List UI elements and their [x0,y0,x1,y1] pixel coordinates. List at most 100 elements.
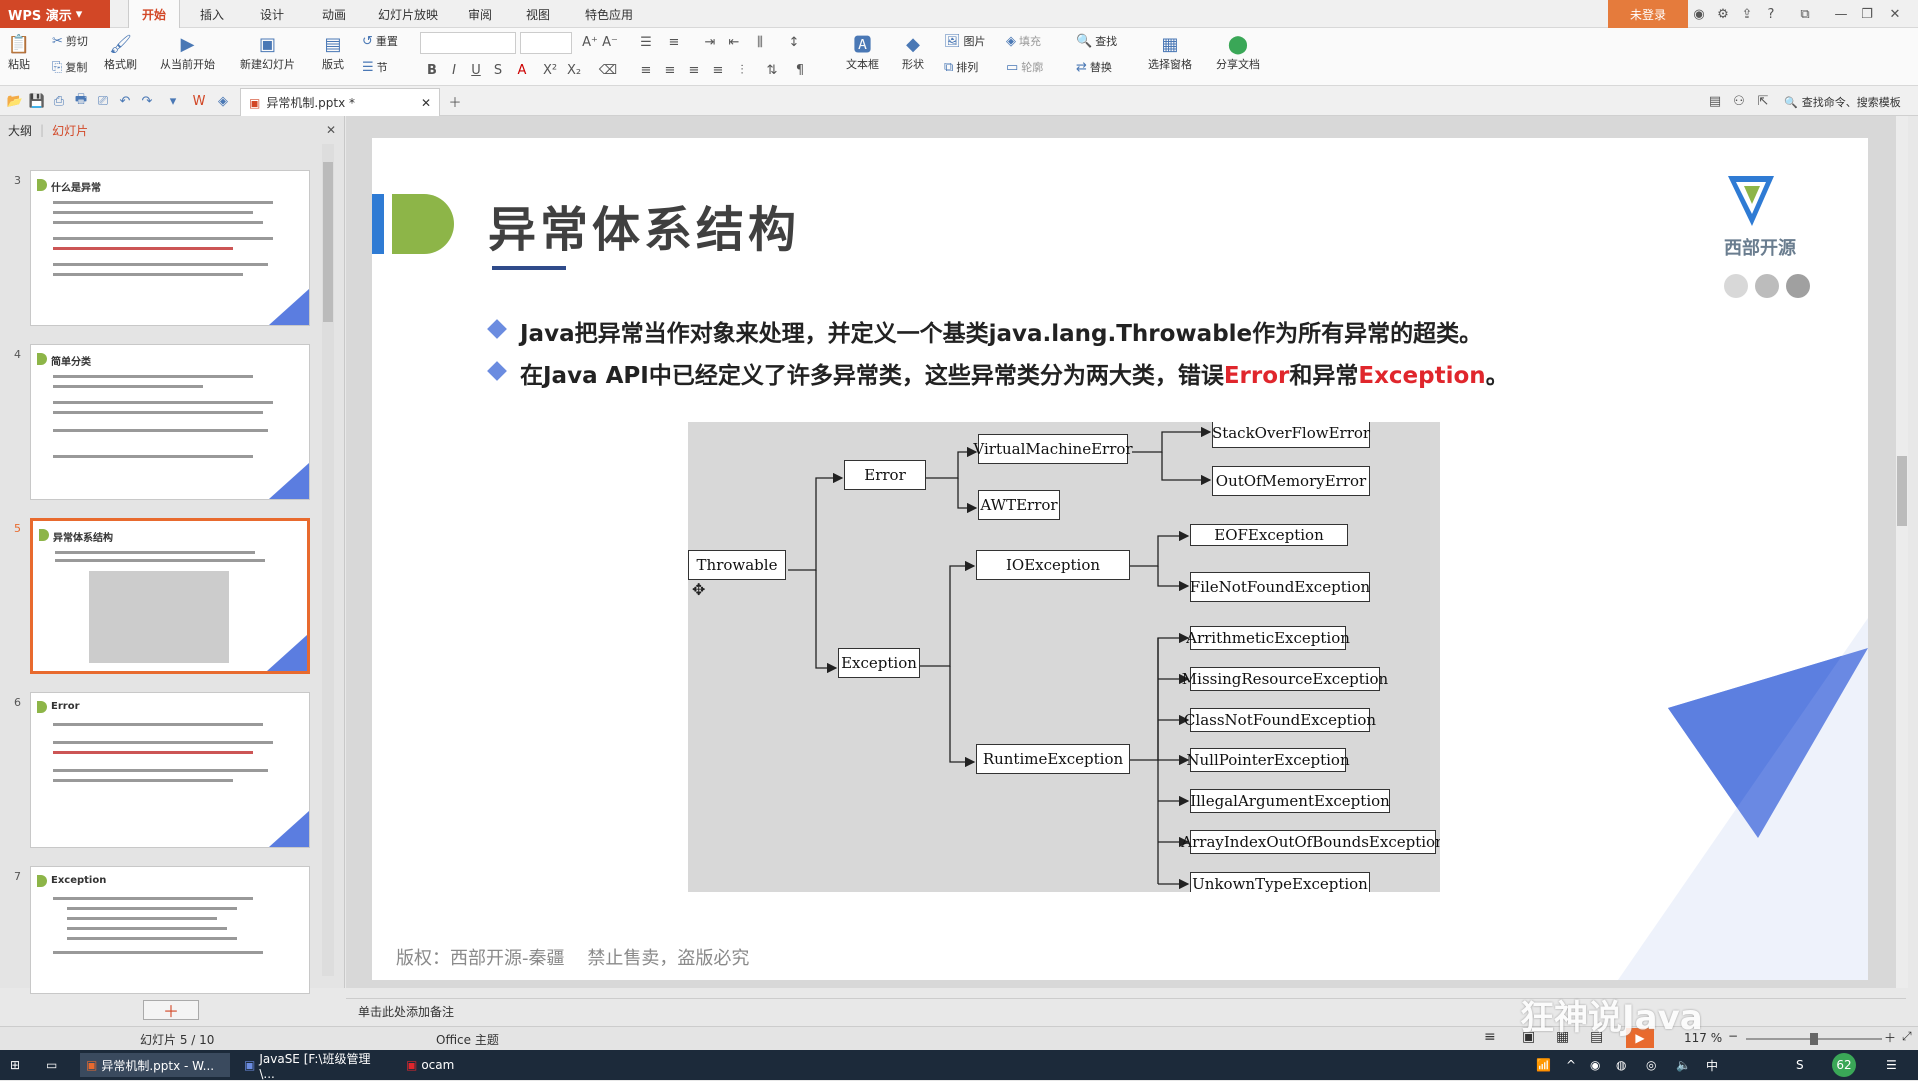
notification-icon[interactable]: ☰ [1880,1053,1903,1077]
section-button[interactable]: ☰ 节 [362,56,388,78]
preview-icon[interactable]: ⎚ [94,92,112,110]
tray-app-icon[interactable]: ◎ [1640,1053,1662,1077]
text-box-button[interactable]: 🅰 文本框 [846,32,879,72]
search-command[interactable]: 🔍 查找命令、搜索模板 [1784,94,1901,110]
skin-icon[interactable]: ◉ [1688,4,1710,24]
start-button[interactable]: ⊞ [4,1053,26,1077]
settings-icon[interactable]: ⚙ [1712,4,1734,24]
bullets-icon[interactable]: ☰ [636,32,656,52]
wechat-icon[interactable]: ◍ [1610,1053,1632,1077]
close-icon[interactable]: ✕ [1884,4,1906,24]
ime-icon[interactable]: 中 [1700,1053,1724,1077]
tray-app-icon[interactable]: ◉ [1584,1053,1606,1077]
picture-button[interactable]: 🖼 图片 [944,30,986,52]
cube-icon[interactable]: ◈ [214,92,232,110]
zoom-slider-handle[interactable] [1810,1033,1818,1045]
input-method-icon[interactable]: S [1790,1053,1810,1077]
italic-icon[interactable]: I [444,60,464,80]
format-painter-button[interactable]: 🖌 格式刷 [104,32,137,72]
slide-thumbnail[interactable]: 简单分类 [30,344,310,500]
copy-button[interactable]: ⎘ 复制 [52,56,87,78]
align-left-icon[interactable]: ≡ [636,60,656,80]
panel-scrollbar[interactable] [322,144,334,976]
line-spacing-icon[interactable]: ↕ [784,32,804,52]
close-panel-icon[interactable]: ✕ [326,123,336,137]
slide[interactable]: 异常体系结构 西部开源 Java把异常当作对象来处理，并定义一个基类java.l… [372,138,1868,980]
share-icon[interactable]: ⇪ [1736,4,1758,24]
export-icon[interactable]: ⎙ [50,92,68,110]
tray-badge[interactable]: 62 [1832,1053,1856,1077]
slide-thumbnail[interactable]: Exception [30,866,310,994]
tab-home[interactable]: 开始 [128,0,180,28]
from-current-button[interactable]: ▶ 从当前开始 [160,32,215,72]
user-icon[interactable]: ⚇ [1730,92,1748,110]
font-family-select[interactable] [420,32,516,54]
layout-button[interactable]: ▤ 版式 [320,32,346,72]
help-icon[interactable]: ? [1760,4,1782,24]
subscript-icon[interactable]: X₂ [564,60,584,80]
task-view-icon[interactable]: ▭ [40,1053,63,1077]
clear-format-icon[interactable]: ⌫ [598,60,618,80]
taskbar-javase[interactable]: ▣ JavaSE [F:\班级管理\... [238,1052,388,1081]
taskbar-ocam[interactable]: ▣ ocam [400,1053,480,1077]
tab-design[interactable]: 设计 [250,0,294,28]
share-doc-button[interactable]: ⬤ 分享文档 [1216,32,1260,72]
fit-window-icon[interactable]: ⤢ [1902,1029,1912,1044]
font-color-icon[interactable]: A [512,60,532,80]
align-right-icon[interactable]: ≡ [684,60,704,80]
wps-logo-icon[interactable]: W [190,92,208,110]
arrange-button[interactable]: ⧉ 排列 [944,56,978,78]
zoom-in-icon[interactable]: ＋ [1884,1029,1896,1046]
superscript-icon[interactable]: X² [540,60,560,80]
align-center-icon[interactable]: ≡ [660,60,680,80]
scrollbar-thumb[interactable] [1897,456,1907,526]
font-size-select[interactable] [520,32,572,54]
volume-icon[interactable]: 🔈 [1670,1053,1697,1077]
tray-chevron-icon[interactable]: ^ [1560,1053,1582,1077]
shadow-icon[interactable]: S [488,60,508,80]
new-tab-icon[interactable]: ＋ [446,92,464,111]
document-tab[interactable]: ▣ 异常机制.pptx * ✕ [240,88,440,116]
paragraph-icon[interactable]: ¶ [790,60,810,80]
login-button[interactable]: 未登录 [1608,0,1688,28]
slide-thumbnail-selected[interactable]: 异常体系结构 [30,518,310,674]
tab-special[interactable]: 特色应用 [574,0,644,28]
close-tab-icon[interactable]: ✕ [421,96,431,110]
redo-icon[interactable]: ↷ [138,92,156,110]
canvas-scrollbar[interactable] [1896,116,1908,988]
zoom-out-icon[interactable]: − [1728,1029,1738,1043]
taskbar-wps[interactable]: ▣ 异常机制.pptx - W... [80,1053,230,1077]
columns-icon[interactable]: ⫼ [750,32,770,52]
undo-icon[interactable]: ↶ [116,92,134,110]
slide-thumbnail[interactable]: Error [30,692,310,848]
new-slide-button[interactable]: ▣ 新建幻灯片 [240,32,295,72]
collapse-icon[interactable]: ⇱ [1754,92,1772,110]
customize-icon[interactable]: ▾ [164,92,182,110]
decrease-font-icon[interactable]: A⁻ [600,32,620,52]
tab-view[interactable]: 视图 [516,0,560,28]
increase-font-icon[interactable]: A⁺ [580,32,600,52]
text-direction-icon[interactable]: ⇅ [762,60,782,80]
distribute-icon[interactable]: ⫶ [732,60,752,80]
notes-toggle-icon[interactable]: ≡ [1484,1029,1496,1045]
slide-thumbnail[interactable]: 什么是异常 [30,170,310,326]
shape-button[interactable]: ◆ 形状 [900,32,926,72]
scrollbar-thumb[interactable] [323,162,333,322]
minimize-icon[interactable]: — [1830,4,1852,24]
tab-animation[interactable]: 动画 [312,0,356,28]
app-menu-button[interactable]: WPS 演示 ▾ [0,0,110,28]
tab-slides[interactable]: 幻灯片 [52,122,88,139]
restore-ribbon-icon[interactable]: ⧉ [1794,4,1816,24]
add-slide-button[interactable]: ＋ [143,1000,199,1021]
save-icon[interactable]: 💾 [28,92,46,110]
tab-outline[interactable]: 大纲 [8,122,32,139]
tab-review[interactable]: 审阅 [458,0,502,28]
selection-pane-button[interactable]: ▦ 选择窗格 [1148,32,1192,72]
outline-button[interactable]: ▭ 轮廓 [1006,56,1043,78]
print-icon[interactable]: 🖶 [72,92,90,110]
fill-button[interactable]: ◈ 填充 [1006,30,1041,52]
cut-button[interactable]: ✂ 剪切 [52,30,88,52]
tab-slideshow[interactable]: 幻灯片放映 [370,0,446,28]
tab-insert[interactable]: 插入 [190,0,234,28]
reset-button[interactable]: ↺ 重置 [362,30,398,52]
